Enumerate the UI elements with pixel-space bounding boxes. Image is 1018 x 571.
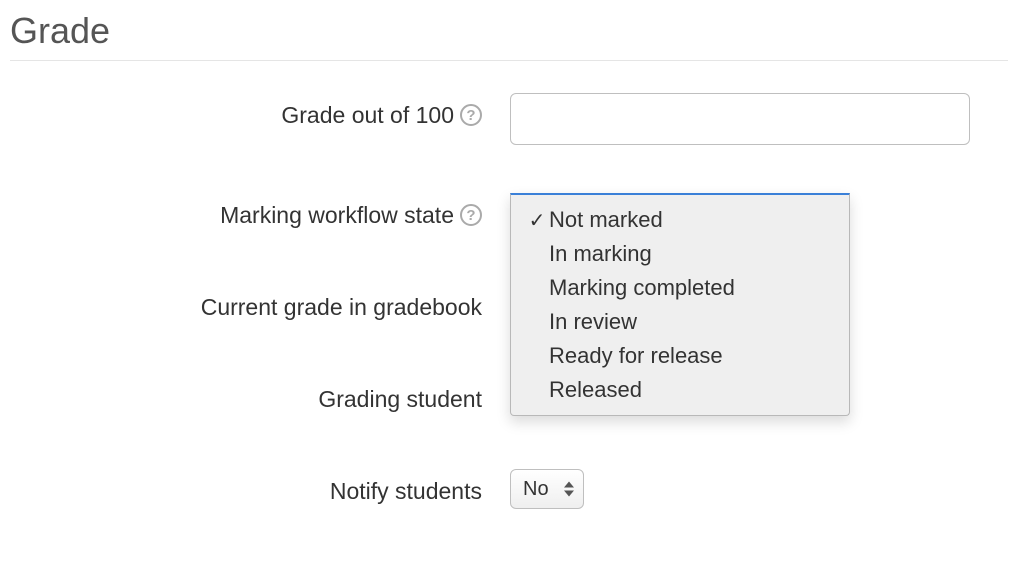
- row-grade-out: Grade out of 100 ?: [10, 93, 1008, 145]
- row-workflow-state: Marking workflow state ?: [10, 193, 1008, 237]
- workflow-option-in-marking[interactable]: In marking: [511, 237, 849, 271]
- workflow-option-in-review[interactable]: In review: [511, 305, 849, 339]
- section-title: Grade: [10, 10, 1008, 52]
- grade-form: Grade out of 100 ? Marking workflow stat…: [10, 93, 1008, 513]
- workflow-option-released[interactable]: Released: [511, 373, 849, 407]
- label-grade-out: Grade out of 100 ?: [10, 93, 510, 137]
- row-grading-student: Grading student: [10, 377, 1008, 421]
- row-current-grade: Current grade in gradebook: [10, 285, 1008, 329]
- label-workflow-state: Marking workflow state ?: [10, 193, 510, 237]
- grade-input[interactable]: [510, 93, 970, 145]
- workflow-option-not-marked[interactable]: ✓ Not marked: [511, 203, 849, 237]
- notify-students-select[interactable]: No: [510, 469, 584, 509]
- help-icon[interactable]: ?: [460, 104, 482, 126]
- label-notify-students: Notify students: [10, 469, 510, 513]
- workflow-option-ready-for-release[interactable]: Ready for release: [511, 339, 849, 373]
- help-icon[interactable]: ?: [460, 204, 482, 226]
- workflow-option-marking-completed[interactable]: Marking completed: [511, 271, 849, 305]
- label-grading-student: Grading student: [10, 377, 510, 421]
- grade-section: Grade Grade out of 100 ? Marking workflo…: [10, 10, 1008, 513]
- check-icon: ✓: [525, 208, 549, 233]
- workflow-state-dropdown[interactable]: ✓ Not marked In marking Marking complete…: [510, 193, 850, 416]
- label-current-grade: Current grade in gradebook: [10, 285, 510, 329]
- section-divider: [10, 60, 1008, 61]
- row-notify-students: Notify students No: [10, 469, 1008, 513]
